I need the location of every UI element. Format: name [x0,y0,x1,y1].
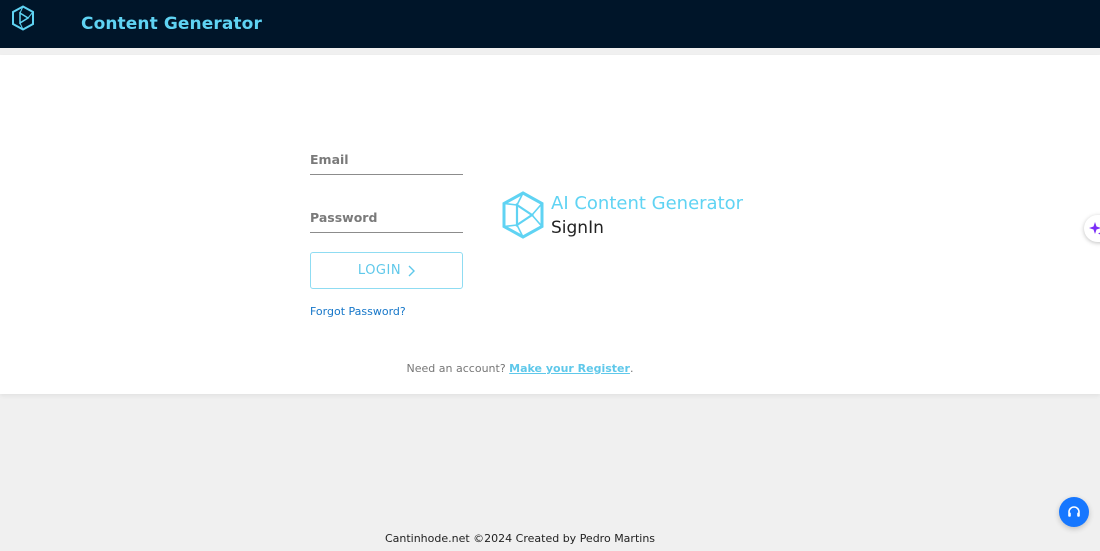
login-button-label: LOGIN [357,263,402,278]
login-card [0,55,1100,394]
forgot-password-link[interactable]: Forgot Password? [310,305,406,318]
footer-text: Cantinhode.net ©2024 Created by Pedro Ma… [384,532,656,545]
app-title: Content Generator [81,14,262,34]
password-input[interactable] [310,207,463,227]
brand-title: AI Content Generator [551,193,744,214]
email-field [310,149,463,175]
password-field [310,207,463,233]
hexagon-play-logo-icon[interactable] [11,5,35,31]
sparkle-icon [1089,221,1100,235]
chevron-right-icon [408,265,416,276]
login-button[interactable]: LOGIN [310,252,463,289]
register-suffix: . [629,362,634,375]
hexagon-play-logo-icon [502,191,544,239]
help-chat-button[interactable] [1059,497,1089,527]
register-link[interactable]: Make your Register [509,362,630,375]
header-divider [0,48,1100,55]
brand-subtitle: SignIn [551,218,604,238]
register-prompt: Need an account? Make your Register. [0,362,1040,375]
register-prompt-text: Need an account? [406,362,506,375]
top-navbar: Content Generator [0,0,1100,48]
headset-icon [1068,506,1080,517]
email-input[interactable] [310,149,463,169]
